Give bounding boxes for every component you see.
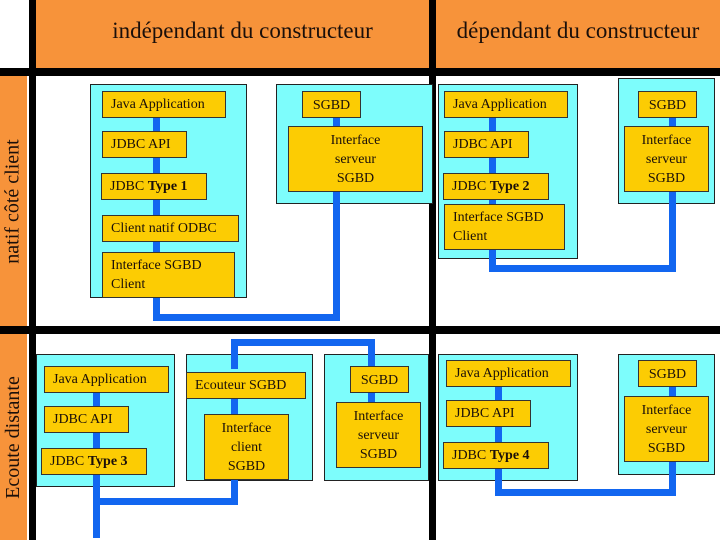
- type4-java-app: Java Application: [446, 360, 571, 387]
- type3-db: SGBD: [350, 366, 409, 393]
- type2-client-interface: Interface SGBD Client: [444, 204, 565, 250]
- type1-jdbc-api: JDBC API: [102, 131, 187, 158]
- type2-jdbc-api: JDBC API: [444, 131, 529, 158]
- type4-server-interface: Interface serveur SGBD: [624, 396, 709, 462]
- grid-vertical-left: [29, 0, 36, 540]
- type4-driver: JDBC Type 4: [443, 442, 549, 469]
- type4-jdbc-api: JDBC API: [446, 400, 531, 427]
- type3-link-bottom: [93, 498, 238, 505]
- type3-client-interface: Interface client SGBD: [204, 414, 289, 480]
- row-remote-label: Ecoute distante: [2, 375, 25, 499]
- type1-java-app: Java Application: [102, 91, 226, 118]
- type1-server-interface: Interface serveur SGBD: [288, 126, 423, 192]
- grid-vertical-middle: [429, 0, 436, 540]
- type1-link-wire: [153, 314, 340, 321]
- type2-link-wire: [489, 265, 676, 272]
- type3-jdbc-api: JDBC API: [44, 406, 129, 433]
- type1-server-wire: [333, 190, 340, 320]
- header-independent: indépendant du constructeur: [36, 0, 429, 68]
- grid-horizontal-middle: [0, 326, 720, 334]
- row-remote: Ecoute distante: [0, 334, 27, 540]
- type4-db: SGBD: [638, 360, 697, 387]
- type2-java-app: Java Application: [444, 91, 568, 118]
- row-native-label: natif côté client: [2, 138, 25, 264]
- header-dependent: dépendant du constructeur: [436, 0, 720, 68]
- type2-driver: JDBC Type 2: [443, 173, 549, 200]
- type1-client-interface: Interface SGBD Client: [102, 252, 235, 298]
- type2-server-wire: [669, 190, 676, 270]
- type1-db: SGBD: [302, 91, 361, 118]
- row-native: natif côté client: [0, 76, 27, 326]
- type3-server-interface: Interface serveur SGBD: [336, 402, 421, 468]
- type1-driver: JDBC Type 1: [101, 173, 207, 200]
- header-dependent-label: dépendant du constructeur: [456, 18, 700, 43]
- type3-middleware-down-wire: [231, 478, 238, 505]
- type3-java-app: Java Application: [44, 366, 169, 393]
- type3-driver: JDBC Type 3: [41, 448, 147, 475]
- type2-db: SGBD: [638, 91, 697, 118]
- type4-link-wire: [495, 489, 676, 496]
- type1-odbc-client: Client natif ODBC: [102, 215, 239, 242]
- type3-listener: Ecouteur SGBD: [186, 372, 306, 399]
- grid-horizontal-top: [0, 68, 720, 76]
- header-independent-label: indépendant du constructeur: [112, 18, 373, 43]
- type3-link-top: [231, 339, 375, 346]
- type2-server-interface: Interface serveur SGBD: [624, 126, 709, 192]
